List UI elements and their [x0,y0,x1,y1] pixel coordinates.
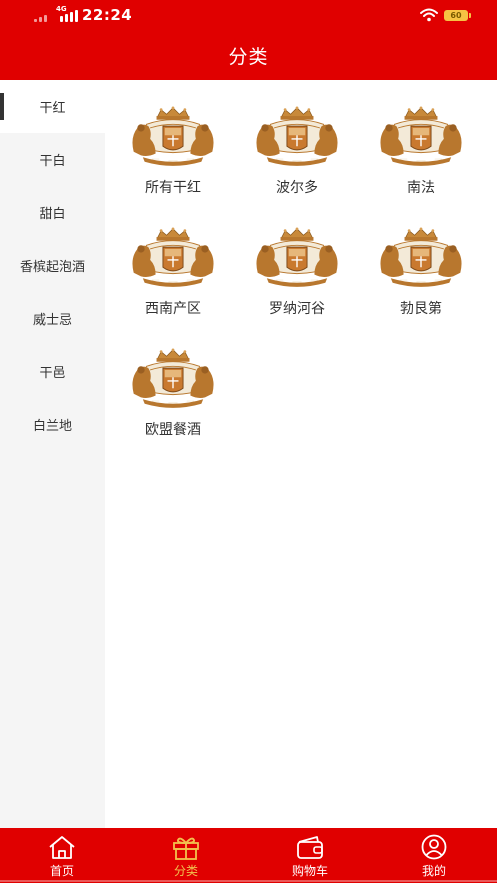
sidebar-item-label: 干邑 [39,366,66,381]
tab-label: 购物车 [291,864,328,878]
tab-bar-divider [0,880,497,882]
sidebar-item-label: 白兰地 [32,419,72,434]
crest-logo-icon [379,227,463,288]
category-tile-southwest[interactable]: 西南产区 [118,227,228,327]
tab-cart[interactable]: 购物车 [248,828,372,883]
crest-logo-icon [379,106,463,167]
sidebar-item-brandy[interactable]: 白兰地 [0,398,105,451]
category-tile-label: 勃艮第 [400,301,442,317]
category-tile-label: 罗纳河谷 [269,301,325,317]
tab-home[interactable]: 首页 [0,828,124,883]
sidebar-item-dry-red[interactable]: 干红 [0,80,105,133]
clock: 22:24 [82,6,133,24]
category-tile-bordeaux[interactable]: 波尔多 [242,106,352,206]
crest-logo-icon [255,106,339,167]
crest-logo-icon [131,348,215,409]
wifi-icon [420,8,438,22]
sidebar-item-dry-white[interactable]: 干白 [0,133,105,186]
sidebar-item-label: 干白 [39,154,66,169]
category-tile-south-france[interactable]: 南法 [366,106,476,206]
user-icon [421,834,447,860]
tab-label: 我的 [421,864,446,878]
bottom-tab-bar: 首页 分类 购物车 我的 [0,828,497,883]
gift-icon [173,837,199,860]
sidebar-item-label: 香槟起泡酒 [19,260,85,275]
crest-logo-icon [131,106,215,167]
category-tile-label: 波尔多 [276,180,318,196]
wallet-icon [297,836,323,859]
category-sidebar: 干红 干白 甜白 香槟起泡酒 威士忌 干邑 白兰地 [0,80,105,828]
category-tile-label: 欧盟餐酒 [145,422,201,438]
status-bar: 4G 22:24 60 [0,0,497,32]
category-tile-rhone[interactable]: 罗纳河谷 [242,227,352,327]
tab-label: 首页 [49,864,74,878]
page-title: 分类 [228,46,269,68]
crest-logo-icon [131,227,215,288]
category-tile-burgundy[interactable]: 勃艮第 [366,227,476,327]
sidebar-item-sparkling[interactable]: 香槟起泡酒 [0,239,105,292]
sidebar-item-label: 甜白 [39,207,66,222]
category-tile-label: 西南产区 [145,301,201,317]
tab-category[interactable]: 分类 [124,828,248,883]
home-icon [49,836,75,859]
category-tile-label: 所有干红 [145,180,201,196]
sidebar-item-label: 威士忌 [32,313,72,328]
crest-logo-icon [255,227,339,288]
sidebar-item-label: 干红 [39,101,66,116]
category-tile-label: 南法 [407,180,435,196]
tab-profile[interactable]: 我的 [372,828,496,883]
battery-indicator: 60 [444,10,471,21]
sidebar-item-cognac[interactable]: 干邑 [0,345,105,398]
tab-label: 分类 [173,864,198,878]
category-tile-eu-table-wine[interactable]: 欧盟餐酒 [118,348,228,448]
network-type: 4G [56,5,67,13]
category-tile-all-dry-red[interactable]: 所有干红 [118,106,228,206]
top-bar: 4G 22:24 60 分类 [0,0,497,80]
sidebar-item-sweet-white[interactable]: 甜白 [0,186,105,239]
sidebar-item-whisky[interactable]: 威士忌 [0,292,105,345]
